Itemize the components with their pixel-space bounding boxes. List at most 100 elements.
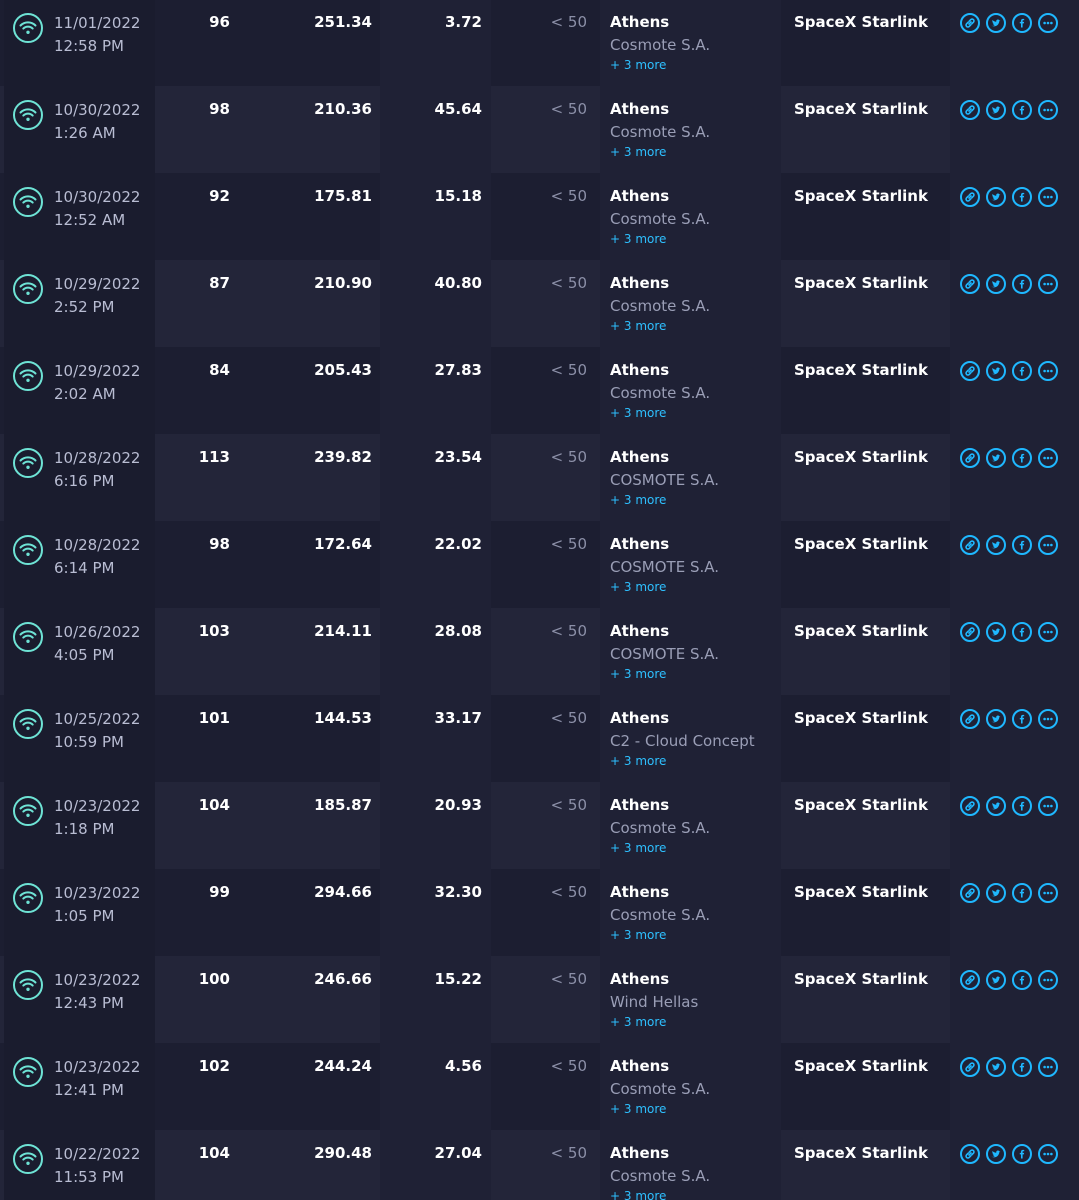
more-servers-link[interactable]: + 3 more [610,1101,666,1117]
facebook-icon[interactable] [1012,970,1032,990]
link-icon[interactable] [960,187,980,207]
result-datetime[interactable]: 10/25/2022 10:59 PM [54,708,140,754]
facebook-icon[interactable] [1012,361,1032,381]
link-icon[interactable] [960,274,980,294]
twitter-icon[interactable] [986,1057,1006,1077]
twitter-icon[interactable] [986,970,1006,990]
twitter-icon[interactable] [986,361,1006,381]
more-servers-link[interactable]: + 3 more [610,57,666,73]
result-datetime[interactable]: 10/30/2022 12:52 AM [54,186,140,232]
result-row[interactable]: 10/29/2022 2:02 AM 84 205.43 27.83 < 50 … [0,347,1079,434]
facebook-icon[interactable] [1012,535,1032,555]
more-servers-link[interactable]: + 3 more [610,1188,666,1200]
provider-name: SpaceX Starlink [794,361,928,379]
more-options-icon[interactable] [1038,535,1058,555]
twitter-icon[interactable] [986,448,1006,468]
more-options-icon[interactable] [1038,187,1058,207]
link-icon[interactable] [960,1144,980,1164]
result-row[interactable]: 10/28/2022 6:14 PM 98 172.64 22.02 < 50 … [0,521,1079,608]
more-options-icon[interactable] [1038,796,1058,816]
facebook-icon[interactable] [1012,883,1032,903]
more-options-icon[interactable] [1038,274,1058,294]
result-row[interactable]: 10/23/2022 1:05 PM 99 294.66 32.30 < 50 … [0,869,1079,956]
twitter-icon[interactable] [986,13,1006,33]
facebook-icon[interactable] [1012,274,1032,294]
result-datetime[interactable]: 10/23/2022 12:43 PM [54,969,140,1015]
more-servers-link[interactable]: + 3 more [610,231,666,247]
result-row[interactable]: 10/29/2022 2:52 PM 87 210.90 40.80 < 50 … [0,260,1079,347]
twitter-icon[interactable] [986,1144,1006,1164]
more-options-icon[interactable] [1038,448,1058,468]
more-options-icon[interactable] [1038,883,1058,903]
result-datetime[interactable]: 10/30/2022 1:26 AM [54,99,140,145]
result-row[interactable]: 10/30/2022 12:52 AM 92 175.81 15.18 < 50… [0,173,1079,260]
result-datetime[interactable]: 10/26/2022 4:05 PM [54,621,140,667]
twitter-icon[interactable] [986,187,1006,207]
link-icon[interactable] [960,709,980,729]
more-servers-link[interactable]: + 3 more [610,666,666,682]
link-icon[interactable] [960,535,980,555]
result-datetime[interactable]: 10/29/2022 2:02 AM [54,360,140,406]
more-options-icon[interactable] [1038,1144,1058,1164]
more-options-icon[interactable] [1038,13,1058,33]
result-datetime[interactable]: 10/28/2022 6:14 PM [54,534,140,580]
facebook-icon[interactable] [1012,448,1032,468]
more-options-icon[interactable] [1038,1057,1058,1077]
link-icon[interactable] [960,622,980,642]
facebook-icon[interactable] [1012,13,1032,33]
twitter-icon[interactable] [986,535,1006,555]
more-servers-link[interactable]: + 3 more [610,144,666,160]
more-options-icon[interactable] [1038,709,1058,729]
link-icon[interactable] [960,361,980,381]
facebook-icon[interactable] [1012,187,1032,207]
result-row[interactable]: 10/23/2022 12:43 PM 100 246.66 15.22 < 5… [0,956,1079,1043]
twitter-icon[interactable] [986,796,1006,816]
packet-loss-value: < 50 [550,448,587,466]
link-icon[interactable] [960,100,980,120]
more-servers-link[interactable]: + 3 more [610,405,666,421]
result-row[interactable]: 10/30/2022 1:26 AM 98 210.36 45.64 < 50 … [0,86,1079,173]
result-datetime[interactable]: 10/23/2022 12:41 PM [54,1056,140,1102]
more-servers-link[interactable]: + 3 more [610,1014,666,1030]
result-row[interactable]: 10/23/2022 12:41 PM 102 244.24 4.56 < 50… [0,1043,1079,1130]
more-options-icon[interactable] [1038,970,1058,990]
result-datetime[interactable]: 10/29/2022 2:52 PM [54,273,140,319]
more-options-icon[interactable] [1038,361,1058,381]
result-datetime[interactable]: 10/28/2022 6:16 PM [54,447,140,493]
result-row[interactable]: 10/26/2022 4:05 PM 103 214.11 28.08 < 50… [0,608,1079,695]
facebook-icon[interactable] [1012,622,1032,642]
facebook-icon[interactable] [1012,1144,1032,1164]
result-row[interactable]: 10/25/2022 10:59 PM 101 144.53 33.17 < 5… [0,695,1079,782]
more-servers-link[interactable]: + 3 more [610,492,666,508]
twitter-icon[interactable] [986,622,1006,642]
link-icon[interactable] [960,13,980,33]
result-row[interactable]: 10/22/2022 11:53 PM 104 290.48 27.04 < 5… [0,1130,1079,1200]
more-servers-link[interactable]: + 3 more [610,579,666,595]
link-icon[interactable] [960,883,980,903]
more-servers-link[interactable]: + 3 more [610,753,666,769]
twitter-icon[interactable] [986,274,1006,294]
result-datetime[interactable]: 10/22/2022 11:53 PM [54,1143,140,1189]
twitter-icon[interactable] [986,709,1006,729]
link-icon[interactable] [960,1057,980,1077]
link-icon[interactable] [960,970,980,990]
twitter-icon[interactable] [986,883,1006,903]
more-options-icon[interactable] [1038,100,1058,120]
more-servers-link[interactable]: + 3 more [610,927,666,943]
result-row[interactable]: 10/23/2022 1:18 PM 104 185.87 20.93 < 50… [0,782,1079,869]
twitter-icon[interactable] [986,100,1006,120]
result-datetime[interactable]: 11/01/2022 12:58 PM [54,12,140,58]
result-datetime[interactable]: 10/23/2022 1:18 PM [54,795,140,841]
more-servers-link[interactable]: + 3 more [610,840,666,856]
facebook-icon[interactable] [1012,709,1032,729]
facebook-icon[interactable] [1012,100,1032,120]
link-icon[interactable] [960,796,980,816]
facebook-icon[interactable] [1012,1057,1032,1077]
facebook-icon[interactable] [1012,796,1032,816]
more-options-icon[interactable] [1038,622,1058,642]
link-icon[interactable] [960,448,980,468]
more-servers-link[interactable]: + 3 more [610,318,666,334]
result-row[interactable]: 11/01/2022 12:58 PM 96 251.34 3.72 < 50 … [0,0,1079,86]
result-datetime[interactable]: 10/23/2022 1:05 PM [54,882,140,928]
result-row[interactable]: 10/28/2022 6:16 PM 113 239.82 23.54 < 50… [0,434,1079,521]
